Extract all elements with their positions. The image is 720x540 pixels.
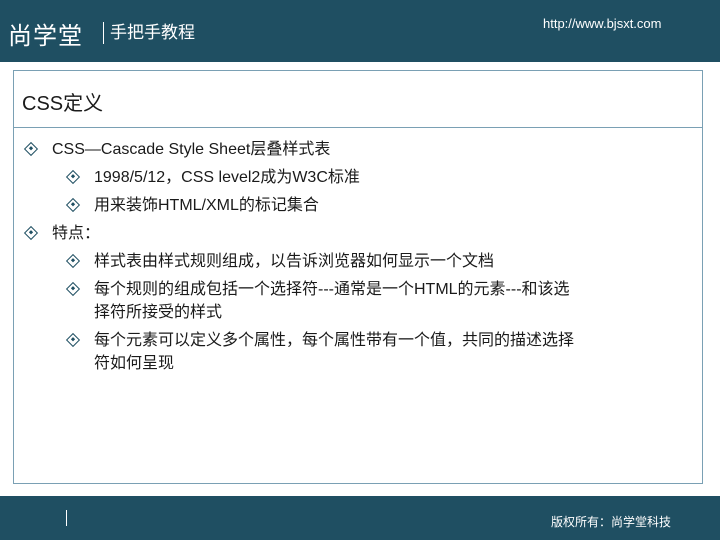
bullet-text: 特点： [52,225,101,242]
diamond-bullet-icon [65,281,81,297]
diamond-bullet-icon [23,141,39,157]
bullet-text: CSS—Cascade Style Sheet层叠样式表 [52,141,331,158]
header-url[interactable]: http://www.bjsxt.com [543,16,661,31]
bullet-text: 样式表由样式规则组成，以告诉浏览器如何显示一个文档 [94,253,495,270]
bullet-text: 符如何呈现 [94,355,175,372]
brand-logo-text: 尚学堂 [8,22,83,50]
slide-title-box: CSS定义 [13,70,703,128]
diamond-bullet-icon [65,332,81,348]
slide-title: CSS定义 [22,93,104,115]
bullet-text: 择符所接受的样式 [94,304,223,321]
slide-content-box: CSS—Cascade Style Sheet层叠样式表 1998/5/12，CS… [13,127,703,484]
diamond-bullet-icon [65,253,81,269]
bullet-text: 用来装饰HTML/XML的标记集合 [94,197,319,214]
header-bar: 尚学堂 手把手教程 http://www.bjsxt.com [0,0,720,62]
footer-copyright: 版权所有：尚学堂科技 [551,515,672,529]
bullet-text: 每个元素可以定义多个属性，每个属性带有一个值，共同的描述选择 [94,332,575,349]
diamond-bullet-icon [65,197,81,213]
header-divider [103,22,104,44]
footer-bar: 版权所有：尚学堂科技 [0,496,720,540]
diamond-bullet-icon [23,225,39,241]
header-slogan: 手把手教程 [110,23,195,43]
bullet-text: 每个规则的组成包括一个选择符---通常是一个HTML的元素---和该选 [94,281,570,298]
diamond-bullet-icon [65,169,81,185]
bullet-text: 1998/5/12，CSS level2成为W3C标准 [94,169,360,186]
footer-divider [66,510,67,526]
